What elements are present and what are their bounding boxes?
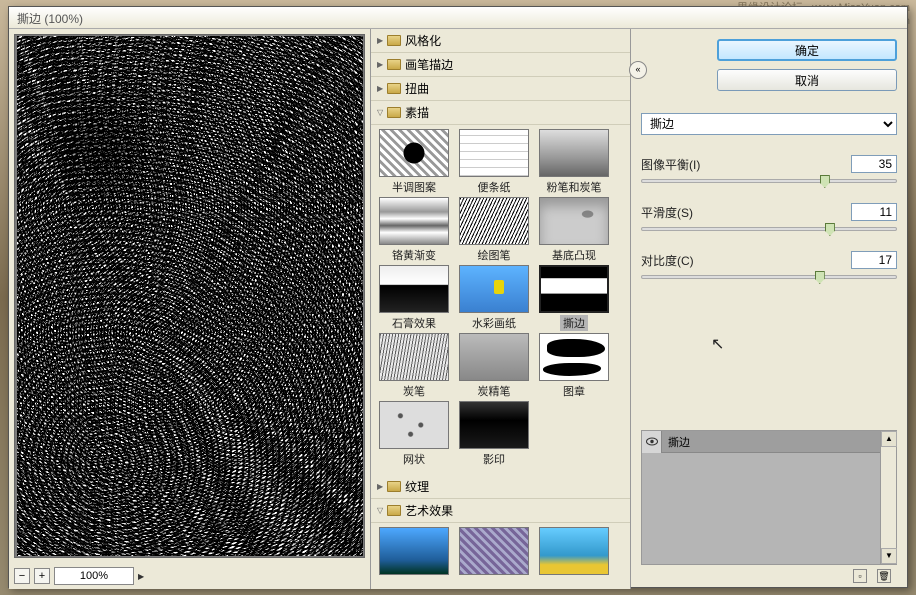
smoothness-slider[interactable]	[641, 227, 897, 231]
zoom-in-button[interactable]: +	[34, 568, 50, 584]
gallery-scroll[interactable]: ▶ 风格化 ▶ 画笔描边 ▶ 扭曲 ▽ 素描	[371, 29, 630, 589]
zoom-menu-icon[interactable]: ▶	[138, 572, 144, 581]
delete-effect-layer-button[interactable]: 🗑	[877, 569, 891, 583]
filter-gallery-panel: ▶ 风格化 ▶ 画笔描边 ▶ 扭曲 ▽ 素描	[371, 29, 631, 589]
smoothness-value[interactable]	[851, 203, 897, 221]
contrast-value[interactable]	[851, 251, 897, 269]
thumb-graphic-pen[interactable]: 绘图笔	[457, 197, 531, 263]
category-sketch[interactable]: ▽ 素描	[371, 101, 630, 125]
ok-button[interactable]: 确定	[717, 39, 897, 61]
thumb-stamp[interactable]: 图章	[537, 333, 611, 399]
folder-icon	[387, 481, 401, 492]
thumb-charcoal[interactable]: 炭笔	[377, 333, 451, 399]
cursor-icon: ↖	[711, 334, 724, 354]
slider-label-smoothness: 平滑度(S)	[641, 204, 693, 221]
chevron-down-icon: ▽	[377, 506, 383, 515]
category-artistic[interactable]: ▽ 艺术效果	[371, 499, 630, 523]
collapse-gallery-button[interactable]: «	[629, 61, 647, 79]
thumb-plaster[interactable]: 石膏效果	[377, 265, 451, 331]
folder-icon	[387, 107, 401, 118]
category-label: 画笔描边	[405, 56, 453, 73]
scroll-down-icon[interactable]: ▼	[881, 548, 897, 564]
filter-select[interactable]: 撕边	[641, 113, 897, 135]
thumb-torn-edges[interactable]: 撕边	[537, 265, 611, 331]
category-brush-strokes[interactable]: ▶ 画笔描边	[371, 53, 630, 77]
thumb-reticulation[interactable]: 网状	[377, 401, 451, 467]
cancel-button[interactable]: 取消	[717, 69, 897, 91]
thumb-artistic-2[interactable]	[457, 527, 531, 575]
preview-image[interactable]	[17, 36, 363, 556]
chevron-right-icon: ▶	[377, 482, 383, 491]
layers-footer: ▫ 🗑	[641, 565, 897, 583]
category-label: 风格化	[405, 32, 441, 49]
thumb-water-paper[interactable]: 水彩画纸	[457, 265, 531, 331]
main-area: − + ▶ ▶ 风格化 ▶ 画笔描边 ▶	[9, 29, 907, 589]
dialog-title: 撕边 (100%)	[9, 7, 907, 29]
zoom-out-button[interactable]: −	[14, 568, 30, 584]
folder-icon	[387, 35, 401, 46]
new-effect-layer-button[interactable]: ▫	[853, 569, 867, 583]
chevron-down-icon: ▽	[377, 108, 383, 117]
folder-icon	[387, 505, 401, 516]
preview-panel: − + ▶	[9, 29, 371, 589]
visibility-eye-icon[interactable]	[642, 431, 662, 453]
effect-layers-panel: 撕边 ▲ ▼	[641, 430, 897, 565]
category-label: 纹理	[405, 478, 429, 495]
preview-footer: − + ▶	[9, 563, 370, 589]
artistic-thumbs	[371, 523, 630, 583]
effect-layer-row[interactable]: 撕边	[642, 431, 896, 453]
category-distort[interactable]: ▶ 扭曲	[371, 77, 630, 101]
thumb-chalk-charcoal[interactable]: 粉笔和炭笔	[537, 129, 611, 195]
chevron-right-icon: ▶	[377, 60, 383, 69]
slider-label-image-balance: 图像平衡(I)	[641, 156, 700, 173]
thumb-photocopy[interactable]: 影印	[457, 401, 531, 467]
chevron-right-icon: ▶	[377, 84, 383, 93]
image-balance-value[interactable]	[851, 155, 897, 173]
scroll-up-icon[interactable]: ▲	[881, 431, 897, 447]
thumb-chrome[interactable]: 铬黄渐变	[377, 197, 451, 263]
slider-label-contrast: 对比度(C)	[641, 252, 694, 269]
folder-icon	[387, 83, 401, 94]
thumb-halftone-pattern[interactable]: 半调图案	[377, 129, 451, 195]
zoom-field[interactable]	[54, 567, 134, 585]
chevron-right-icon: ▶	[377, 36, 383, 45]
folder-icon	[387, 59, 401, 70]
sketch-thumbs: 半调图案 便条纸 粉笔和炭笔 铬黄渐变 绘图笔 基底凸现 石膏效果 水彩画纸 撕…	[371, 125, 630, 475]
category-label: 艺术效果	[405, 502, 453, 519]
category-texture[interactable]: ▶ 纹理	[371, 475, 630, 499]
thumb-note-paper[interactable]: 便条纸	[457, 129, 531, 195]
filter-gallery-dialog: 撕边 (100%) − + ▶ ▶ 风格化	[8, 6, 908, 588]
image-balance-slider[interactable]	[641, 179, 897, 183]
thumb-bas-relief[interactable]: 基底凸现	[537, 197, 611, 263]
settings-panel: « 确定 取消 撕边 图像平衡(I) 平滑度(S) 对比度(C) ↖	[631, 29, 907, 589]
layers-scrollbar[interactable]: ▲ ▼	[880, 431, 896, 564]
thumb-artistic-3[interactable]	[537, 527, 611, 575]
effect-layer-name: 撕边	[662, 434, 696, 450]
category-label: 扭曲	[405, 80, 429, 97]
contrast-slider[interactable]	[641, 275, 897, 279]
preview-container	[14, 34, 365, 558]
thumb-conte-crayon[interactable]: 炭精笔	[457, 333, 531, 399]
category-stylize[interactable]: ▶ 风格化	[371, 29, 630, 53]
thumb-artistic-1[interactable]	[377, 527, 451, 575]
category-label: 素描	[405, 104, 429, 121]
